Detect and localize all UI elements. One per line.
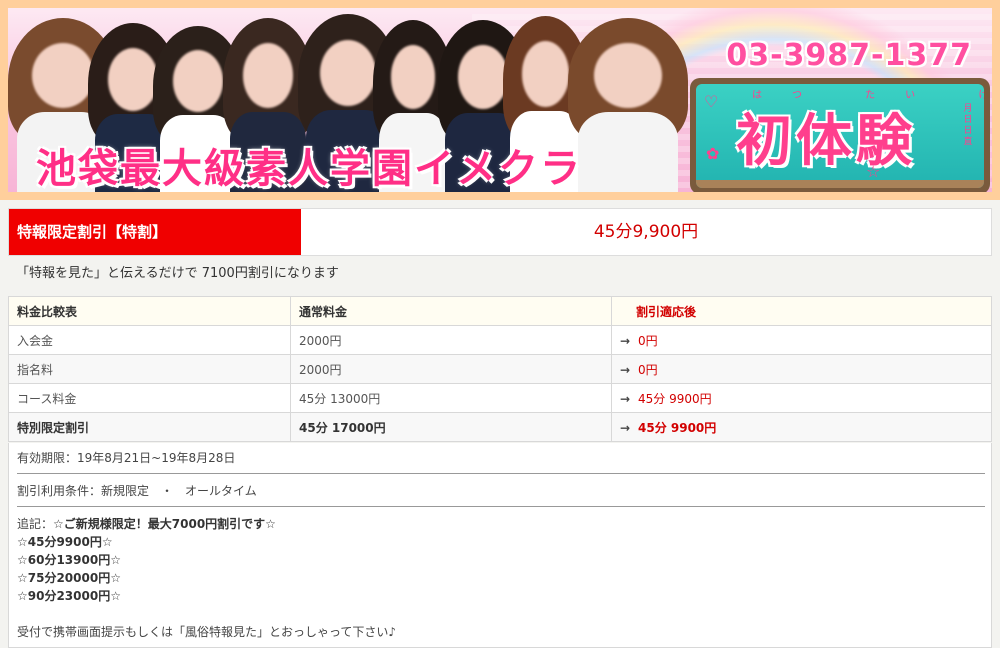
usage-conditions: 割引利用条件：新規限定 ・ オールタイム bbox=[17, 484, 257, 498]
table-row: 特別限定割引 45分 17000円 → 45分 9900円 bbox=[8, 412, 992, 442]
note-prefix: 追記： bbox=[17, 517, 54, 531]
arrow-right-icon: → bbox=[620, 391, 631, 406]
chalkboard: はつ たい けん 初体験 月日日直 ♡ ✿ ☆ bbox=[690, 78, 990, 192]
divider bbox=[17, 506, 985, 507]
table-row: 指名料 2000円 → 0円 bbox=[8, 354, 992, 384]
fee-name: コース料金 bbox=[8, 383, 291, 413]
note-line: ☆75分20000円☆ bbox=[17, 571, 121, 585]
shop-banner[interactable]: 03-3987-1377 はつ たい けん 初体験 月日日直 ♡ ✿ ☆ 池袋最… bbox=[0, 0, 1000, 200]
fee-name: 指名料 bbox=[8, 354, 291, 384]
footer-instruction: 受付で携帯画面提示もしくは「風俗特報見た」とおっしゃって下さい♪ bbox=[17, 625, 397, 639]
heart-icon: ♡ bbox=[704, 92, 719, 111]
fee-after: → 0円 bbox=[611, 325, 992, 355]
board-date-label: 月日日直 bbox=[963, 104, 973, 147]
model-photo bbox=[568, 18, 688, 192]
phone-number: 03-3987-1377 bbox=[726, 38, 972, 73]
fee-after: → 0円 bbox=[611, 354, 992, 384]
fee-name: 入会金 bbox=[8, 325, 291, 355]
column-header: 割引適応後 bbox=[611, 296, 992, 326]
fee-normal: 2000円 bbox=[290, 354, 612, 384]
fee-after-value: 0円 bbox=[638, 362, 658, 377]
column-header: 通常料金 bbox=[290, 296, 612, 326]
note-line: ☆90分23000円☆ bbox=[17, 589, 121, 603]
column-header: 料金比較表 bbox=[8, 296, 291, 326]
note-line: ☆ご新規様限定！最大7000円割引です☆ bbox=[53, 517, 276, 531]
fee-after-value: 0円 bbox=[638, 333, 658, 348]
divider bbox=[17, 473, 985, 474]
banner-image: 03-3987-1377 はつ たい けん 初体験 月日日直 ♡ ✿ ☆ 池袋最… bbox=[8, 8, 992, 192]
note-line: ☆45分9900円☆ bbox=[17, 535, 113, 549]
table-row: コース料金 45分 13000円 → 45分 9900円 bbox=[8, 383, 992, 413]
arrow-right-icon: → bbox=[620, 333, 631, 348]
promo-note: 「特報を見た」と伝えるだけで 7100円割引になります bbox=[16, 266, 339, 281]
validity-period: 有効期限：19年8月21日~19年8月28日 bbox=[17, 451, 236, 465]
banner-title: 池袋最大級素人学園イメクラ bbox=[36, 146, 582, 192]
fee-after: → 45分 9900円 bbox=[611, 383, 992, 413]
fee-after-value: 45分 9900円 bbox=[638, 391, 712, 406]
flower-icon: ✿ bbox=[706, 144, 720, 163]
discount-promo: 特報限定割引【特割】 45分9,900円 bbox=[8, 208, 992, 256]
note-first-line: 追記：☆ご新規様限定！最大7000円割引です☆ bbox=[17, 515, 983, 533]
fee-after-value: 45分 9900円 bbox=[638, 420, 717, 435]
promo-label: 特報限定割引【特割】 bbox=[9, 209, 301, 255]
table-header-row: 料金比較表 通常料金 割引適応後 bbox=[8, 296, 992, 326]
arrow-right-icon: → bbox=[620, 420, 631, 435]
arrow-right-icon: → bbox=[620, 362, 631, 377]
fee-after: → 45分 9900円 bbox=[611, 412, 992, 442]
fee-normal: 45分 13000円 bbox=[290, 383, 612, 413]
price-comparison-table: 料金比較表 通常料金 割引適応後 入会金 2000円 → 0円 指名料 2000円… bbox=[8, 296, 992, 442]
board-heading: 初体験 bbox=[736, 109, 916, 174]
fee-normal: 45分 17000円 bbox=[290, 412, 612, 442]
fee-normal: 2000円 bbox=[290, 325, 612, 355]
table-row: 入会金 2000円 → 0円 bbox=[8, 325, 992, 355]
star-icon: ☆ bbox=[866, 162, 881, 181]
board-tray bbox=[696, 180, 984, 188]
promo-price: 45分9,900円 bbox=[593, 222, 699, 242]
discount-info-box: 有効期限：19年8月21日~19年8月28日 割引利用条件：新規限定 ・ オール… bbox=[8, 443, 992, 648]
fee-name: 特別限定割引 bbox=[8, 412, 291, 442]
note-line: ☆60分13900円☆ bbox=[17, 553, 121, 567]
